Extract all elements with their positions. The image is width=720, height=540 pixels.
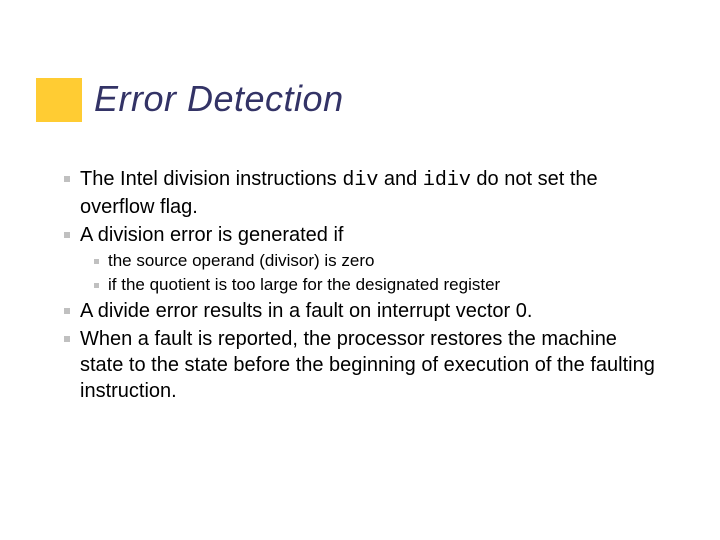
slide-body: The Intel division instructions div and …	[80, 166, 660, 406]
paragraph-2: A division error is generated if	[80, 222, 660, 248]
sub-item-1: the source operand (divisor) is zero	[108, 250, 660, 272]
slide-title: Error Detection	[94, 78, 344, 120]
code-idiv: idiv	[423, 169, 471, 192]
accent-block-icon	[36, 78, 82, 122]
text-span: The Intel division instructions	[80, 168, 342, 190]
sub-item-2: if the quotient is too large for the des…	[108, 274, 660, 296]
slide: Error Detection The Intel division instr…	[0, 0, 720, 540]
paragraph-3: A divide error results in a fault on int…	[80, 298, 660, 324]
paragraph-4: When a fault is reported, the processor …	[80, 326, 660, 404]
paragraph-1: The Intel division instructions div and …	[80, 166, 660, 220]
text-span: and	[378, 168, 422, 190]
code-div: div	[342, 169, 378, 192]
